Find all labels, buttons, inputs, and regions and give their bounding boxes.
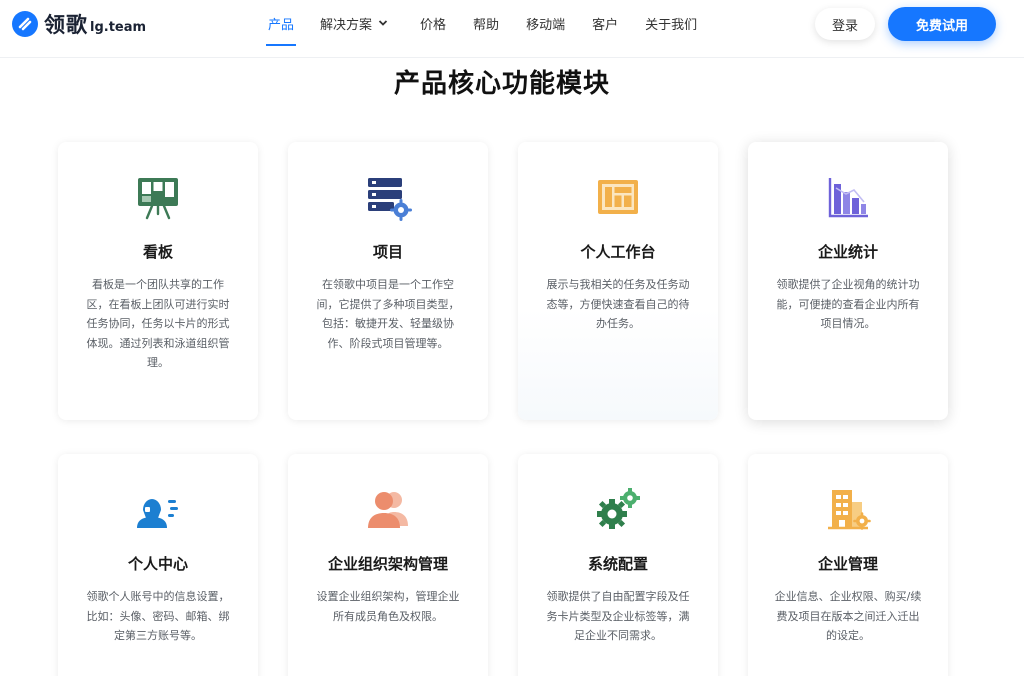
logo[interactable]: 领歌 lg.team <box>12 10 146 38</box>
nav-item-pricing[interactable]: 价格 <box>420 0 446 46</box>
feature-card-statistics[interactable]: 企业统计 领歌提供了企业视角的统计功能，可便捷的查看企业内所有项目情况。 <box>748 142 948 420</box>
card-description: 设置企业组织架构，管理企业所有成员角色及权限。 <box>316 590 460 623</box>
card-title: 企业组织架构管理 <box>327 555 448 573</box>
card-description: 展示与我相关的任务及任务动态等，方便快速查看自己的待办任务。 <box>546 278 690 330</box>
card-title: 看板 <box>142 243 173 261</box>
logo-domain: lg.team <box>90 19 147 35</box>
free-trial-button[interactable]: 免费试用 <box>888 7 996 41</box>
section-title: 产品核心功能模块 <box>393 69 610 99</box>
card-description: 领歌提供了企业视角的统计功能，可便捷的查看企业内所有项目情况。 <box>776 278 920 330</box>
card-title: 个人中心 <box>127 555 188 573</box>
workbench-icon <box>594 174 642 222</box>
chevron-down-icon <box>378 20 388 26</box>
card-description: 在领歌中项目是一个工作空间，它提供了多种项目类型，包括：敏捷开发、轻量级协作、阶… <box>316 278 460 350</box>
feature-card-org-structure[interactable]: 企业组织架构管理 设置企业组织架构，管理企业所有成员角色及权限。 <box>288 454 488 676</box>
statistics-chart-icon <box>824 174 872 222</box>
nav-item-solutions[interactable]: 解决方案 <box>320 0 388 46</box>
logo-icon <box>12 11 38 37</box>
logo-name: 领歌 <box>44 13 88 37</box>
nav-item-mobile[interactable]: 移动端 <box>526 0 565 46</box>
personal-center-icon <box>134 486 182 534</box>
nav-item-customers[interactable]: 客户 <box>592 0 618 46</box>
org-users-icon <box>364 486 412 534</box>
feature-card-system-config[interactable]: 系统配置 领歌提供了自由配置字段及任务卡片类型及企业标签等，满足企业不同需求。 <box>518 454 718 676</box>
project-settings-icon <box>364 174 412 222</box>
card-description: 领歌提供了自由配置字段及任务卡片类型及企业标签等，满足企业不同需求。 <box>546 590 690 642</box>
card-description: 领歌个人账号中的信息设置，比如：头像、密码、邮箱、绑定第三方账号等。 <box>86 590 230 642</box>
card-title: 个人工作台 <box>580 243 656 261</box>
feature-card-workbench[interactable]: 个人工作台 展示与我相关的任务及任务动态等，方便快速查看自己的待办任务。 <box>518 142 718 420</box>
main-nav: 产品 解决方案 价格 帮助 移动端 客户 关于我们 <box>265 0 697 46</box>
card-description: 看板是一个团队共享的工作区，在看板上团队可进行实时任务协同，任务以卡片的形式体现… <box>86 278 230 369</box>
top-nav-bar: 领歌 lg.team 产品 解决方案 价格 帮助 移动端 客户 关于我们 登录 … <box>0 0 1024 58</box>
nav-item-about[interactable]: 关于我们 <box>645 0 697 46</box>
login-button[interactable]: 登录 <box>815 8 875 40</box>
feature-card-personal-center[interactable]: 个人中心 领歌个人账号中的信息设置，比如：头像、密码、邮箱、绑定第三方账号等。 <box>58 454 258 676</box>
feature-card-project[interactable]: 项目 在领歌中项目是一个工作空间，它提供了多种项目类型，包括：敏捷开发、轻量级协… <box>288 142 488 420</box>
enterprise-building-icon <box>824 486 872 534</box>
card-title: 系统配置 <box>587 555 648 573</box>
card-title: 企业统计 <box>817 243 878 261</box>
nav-item-help[interactable]: 帮助 <box>473 0 499 46</box>
card-title: 项目 <box>372 243 403 261</box>
feature-card-kanban[interactable]: 看板 看板是一个团队共享的工作区，在看板上团队可进行实时任务协同，任务以卡片的形… <box>58 142 258 420</box>
card-description: 企业信息、企业权限、购买/续费及项目在版本之间迁入迁出的设定。 <box>774 590 922 642</box>
card-title: 企业管理 <box>817 555 878 573</box>
system-gears-icon <box>594 486 642 534</box>
feature-card-enterprise-management[interactable]: 企业管理 企业信息、企业权限、购买/续费及项目在版本之间迁入迁出的设定。 <box>748 454 948 676</box>
nav-item-product[interactable]: 产品 <box>265 0 297 46</box>
kanban-board-icon <box>134 174 182 222</box>
